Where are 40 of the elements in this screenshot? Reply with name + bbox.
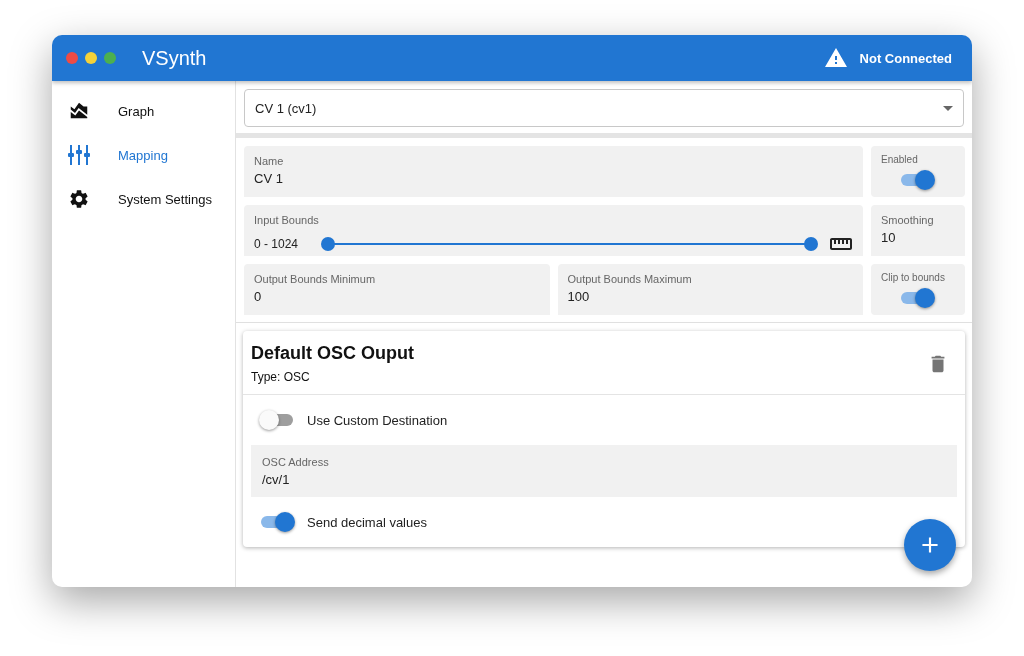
sidebar-item[interactable]: System Settings [52, 177, 235, 221]
input-field[interactable]: /cv/1 [262, 472, 946, 487]
toggle-switch[interactable] [899, 169, 935, 191]
text-field[interactable]: Output Bounds Maximum 100 [557, 264, 863, 315]
sliders-icon [68, 144, 90, 166]
channel-dropdown[interactable]: CV 1 (cv1) [244, 89, 964, 127]
input-field[interactable]: 10 [881, 230, 955, 245]
text-field[interactable]: Output Bounds Minimum 0 [244, 264, 550, 315]
toggle-switch[interactable] [259, 409, 295, 431]
text-field[interactable]: Name CV 1 [244, 146, 863, 197]
input-field[interactable]: CV 1 [254, 171, 853, 186]
range-slider[interactable] [321, 236, 818, 252]
field-label: Smoothing [881, 214, 935, 226]
field-label: Output Bounds Maximum [567, 273, 693, 285]
switch-label: Use Custom Destination [307, 412, 448, 428]
field-label: OSC Address [262, 456, 330, 468]
range-reading: 0 - 1024 [254, 237, 300, 251]
switch-label: Send decimal values [307, 514, 427, 530]
switch-label: Clip to bounds [881, 272, 946, 283]
input-field[interactable]: 0 [254, 289, 540, 304]
field-label: Name [254, 155, 285, 167]
window-title: VSynth [142, 46, 208, 70]
toggle-switch[interactable] [259, 511, 295, 533]
warning-icon [823, 46, 848, 70]
sidebar-item[interactable]: Mapping [52, 133, 235, 177]
connection-status: Not Connected [859, 50, 952, 66]
field-label: Input Bounds [254, 214, 320, 226]
settings-icon [68, 188, 90, 210]
text-field[interactable]: OSC Address /cv/1 [251, 445, 957, 497]
text-field[interactable]: Smoothing 10 [871, 205, 965, 256]
toggle-switch[interactable] [899, 287, 935, 309]
sidebar-item[interactable]: Graph [52, 89, 235, 133]
caret-icon [943, 105, 953, 111]
add-button[interactable] [904, 519, 956, 571]
field-label: Output Bounds Minimum [254, 273, 377, 285]
minimize-icon[interactable] [85, 52, 97, 64]
input-field[interactable]: 100 [567, 289, 853, 304]
switch-label: Enabled [881, 154, 919, 165]
card-subtitle: Type: OSC [251, 370, 311, 384]
card-title: Default OSC Ouput [251, 343, 414, 364]
